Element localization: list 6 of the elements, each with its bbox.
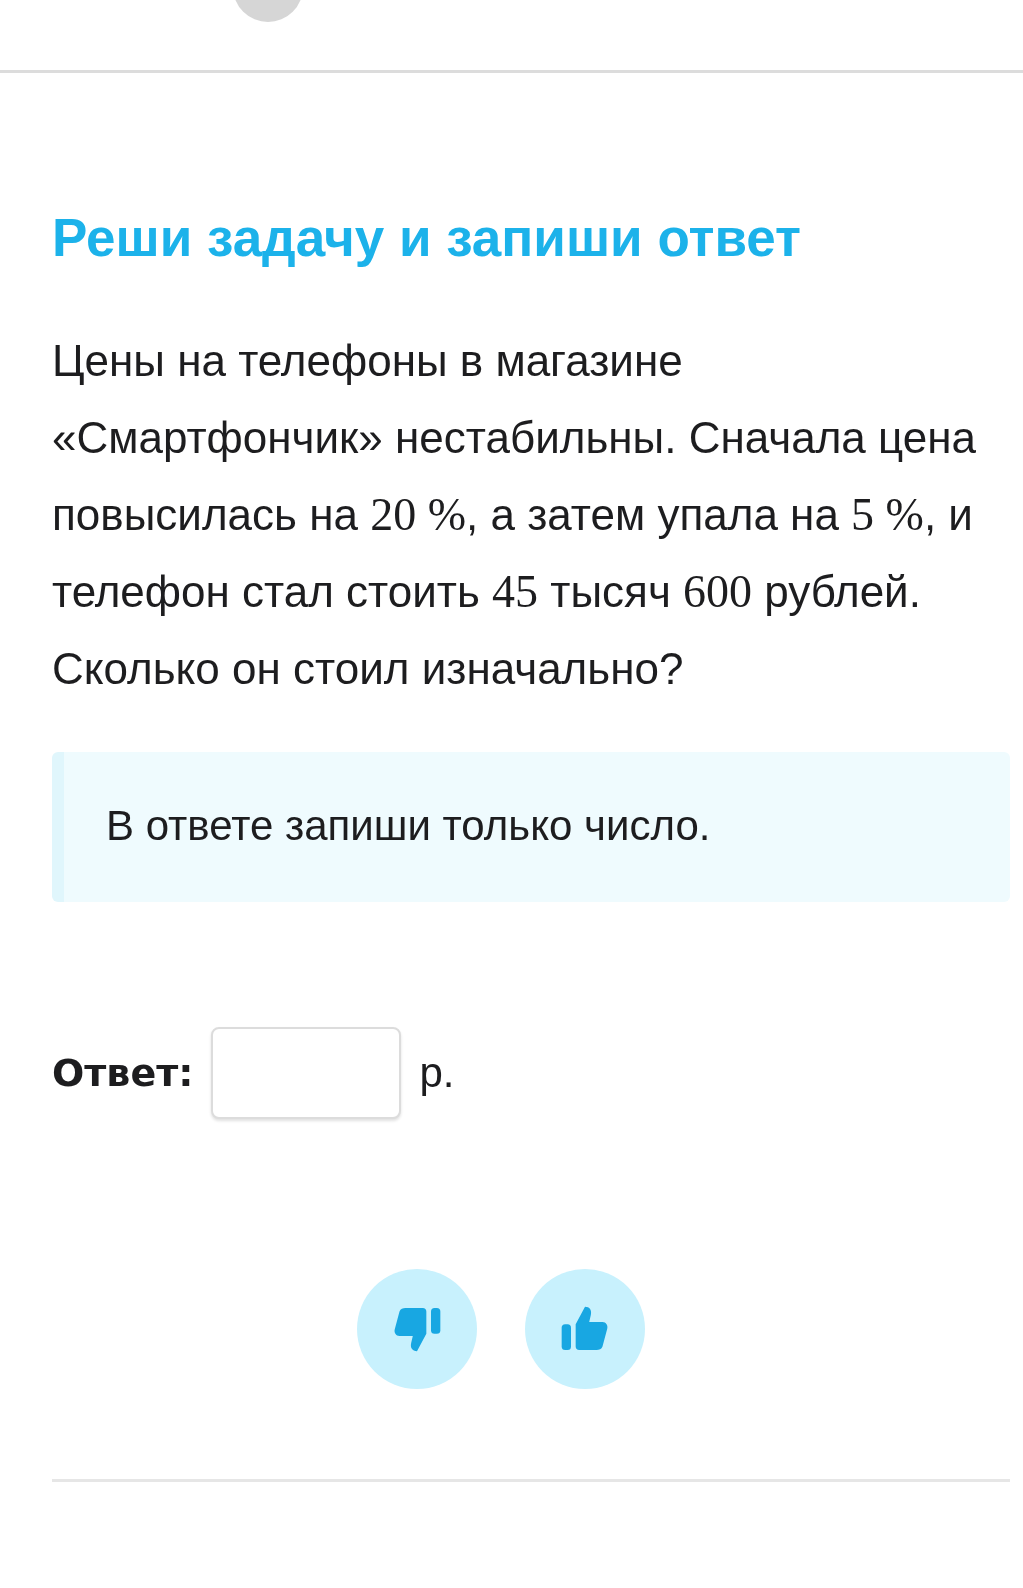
problem-text: Цены на телефоны в магазине «Смартфончик» нестабильны. Сначала цена повысилась на 20 %, а затем упала на 5 %, и телефон стал стоить 45 тысяч 600 рублей. Сколько он стоил изначально? [52, 335, 977, 695]
task-title: Реши задачу и запиши ответ [52, 207, 802, 269]
hint-text: В ответе запиши только число. [106, 802, 711, 849]
unit-label: р. [419, 1049, 455, 1097]
answer-label: Ответ: [52, 1051, 194, 1095]
answer-field[interactable] [211, 1027, 402, 1119]
